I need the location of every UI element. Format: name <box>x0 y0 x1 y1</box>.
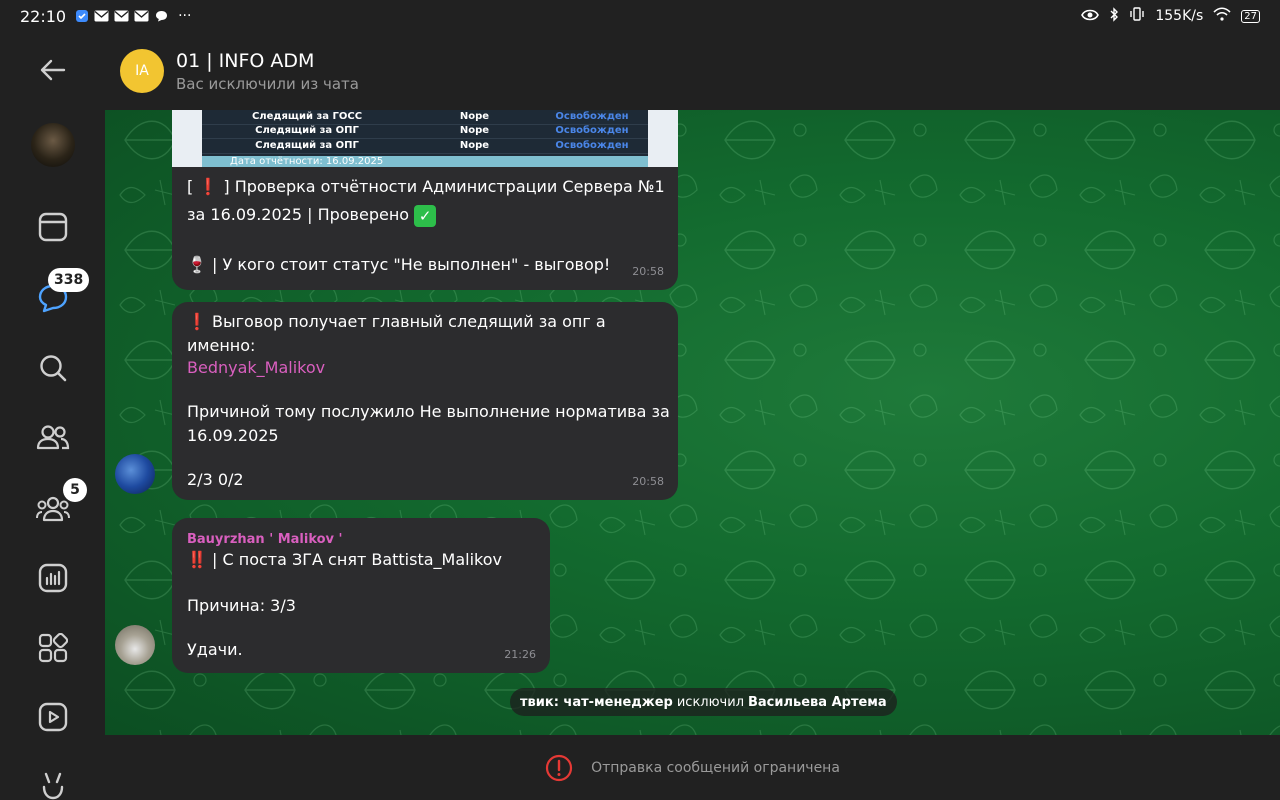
search-button[interactable] <box>33 348 73 388</box>
video-button[interactable] <box>33 697 73 737</box>
vibrate-icon <box>1129 7 1145 25</box>
bluetooth-icon <box>1109 6 1119 26</box>
message-text: [ ❗ ] Проверка отчётности Администрации … <box>187 177 665 274</box>
exclamation-icon: ❗ <box>198 177 219 196</box>
check-icon: ✓ <box>414 204 437 227</box>
user-mention-link[interactable]: Bednyak_Malikov <box>187 358 325 377</box>
arrow-left-icon <box>40 59 66 81</box>
chat-subtitle: Вас исключили из чата <box>176 74 359 93</box>
more-notifications-icon: ··· <box>178 8 192 24</box>
apps-grid-icon <box>38 633 68 663</box>
net-speed: 155K/s <box>1155 8 1204 24</box>
people-icon <box>36 425 70 450</box>
service-actor[interactable]: твик: чат-менеджер <box>520 695 673 710</box>
restricted-text: Отправка сообщений ограничена <box>591 759 840 776</box>
mail-icon <box>114 10 129 23</box>
window-icon <box>38 212 68 242</box>
report-table: Следящий за ГОСС Nope Освобожден Следящи… <box>202 110 648 156</box>
table-image-preview[interactable]: Следящий за ГОСС Nope Освобожден Следящи… <box>172 110 678 167</box>
clock: 22:10 <box>20 6 67 26</box>
message-bubble[interactable]: Bauyrzhan ' Malikov ' ‼️ | С поста ЗГА с… <box>172 518 550 673</box>
composer-restricted-bar: Отправка сообщений ограничена <box>105 735 1280 800</box>
table-row: Следящий за ОПГ Nope Освобожден <box>202 139 648 154</box>
stories-button[interactable] <box>33 207 73 247</box>
message-text: ❗ Выговор получает главный следящий за о… <box>187 312 670 489</box>
message-time: 21:26 <box>504 648 536 661</box>
chat-header[interactable]: IA 01 | INFO ADM Вас исключили из чата <box>105 32 1280 110</box>
warning-circle-icon <box>545 754 573 781</box>
wine-glass-icon: 🍷 <box>187 255 207 274</box>
eye-icon <box>1081 7 1100 25</box>
status-bar: 22:10 ··· 155K/s 27 <box>0 0 1280 32</box>
mail-icon <box>134 10 149 23</box>
sender-name[interactable]: Bauyrzhan ' Malikov ' <box>187 528 542 548</box>
battery-indicator: 27 <box>1241 9 1260 23</box>
shield-app-icon <box>74 10 89 23</box>
search-icon <box>40 355 67 382</box>
wifi-icon <box>1213 7 1231 25</box>
service-message: твик: чат-менеджер исключил Васильева Ар… <box>510 688 897 716</box>
hand-icon <box>42 772 64 800</box>
table-footer: Дата отчётности: 16.09.2025 <box>202 156 648 167</box>
chat-title-block[interactable]: 01 | INFO ADM Вас исключили из чата <box>176 50 359 93</box>
service-action: исключил <box>676 694 744 710</box>
wave-button[interactable] <box>33 765 73 800</box>
chat-title: 01 | INFO ADM <box>176 49 315 72</box>
apps-button[interactable] <box>33 628 73 668</box>
sender-avatar[interactable] <box>115 454 155 494</box>
message-text: Bauyrzhan ' Malikov ' ‼️ | С поста ЗГА с… <box>187 528 542 662</box>
double-exclamation-icon: ‼️ <box>187 550 207 569</box>
profile-avatar[interactable] <box>31 123 75 167</box>
service-target[interactable]: Васильева Артема <box>748 695 887 710</box>
sender-avatar[interactable] <box>115 625 155 665</box>
back-button[interactable] <box>33 50 73 90</box>
groups-unread-badge: 5 <box>63 478 87 502</box>
message-time: 20:58 <box>632 475 664 488</box>
notification-icons: ··· <box>74 8 191 24</box>
chat-avatar[interactable]: IA <box>120 49 164 93</box>
message-bubble[interactable]: Следящий за ГОСС Nope Освобожден Следящи… <box>172 110 678 290</box>
message-bubble[interactable]: ❗ Выговор получает главный следящий за о… <box>172 302 678 500</box>
mail-icon <box>94 10 109 23</box>
message-bubble-icon <box>154 10 169 23</box>
message-time: 20:58 <box>632 265 664 278</box>
chats-unread-badge: 338 <box>48 268 90 292</box>
contacts-button[interactable] <box>33 417 73 457</box>
stats-button[interactable] <box>33 558 73 598</box>
chart-icon <box>38 563 68 593</box>
chat-area[interactable]: Следящий за ГОСС Nope Освобожден Следящи… <box>105 110 1280 735</box>
play-icon <box>38 702 68 732</box>
exclamation-icon: ❗ <box>187 312 207 331</box>
left-rail: 338 5 <box>0 32 105 800</box>
